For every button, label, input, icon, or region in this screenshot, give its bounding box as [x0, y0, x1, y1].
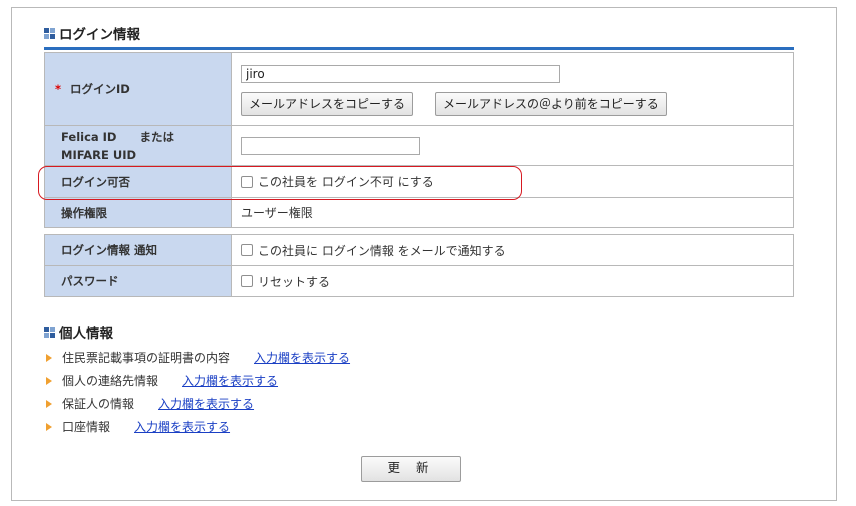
login-id-label: ログインID [70, 82, 130, 96]
felica-id-input[interactable] [241, 136, 420, 155]
show-fields-link[interactable]: 入力欄を表示する [158, 395, 254, 412]
login-disable-checkbox-label[interactable]: この社員を ログイン不可 にする [258, 175, 434, 189]
section-grid-icon [44, 27, 55, 39]
list-item-label: 個人の連絡先情報 [62, 374, 159, 388]
felica-row: Felica ID または MIFARE UID [44, 125, 794, 166]
felica-label-line1: Felica ID または [61, 129, 174, 144]
login-disable-checkbox[interactable] [241, 175, 253, 188]
notify-label: ログイン情報 通知 [44, 234, 232, 266]
personal-section-title: 個人情報 [59, 326, 113, 342]
felica-label-line2: MIFARE UID [61, 147, 137, 162]
bullet-arrow-icon [46, 422, 52, 431]
notify-email-checkbox-label[interactable]: この社員に ログイン情報 をメールで通知する [258, 244, 506, 258]
login-section-title: ログイン情報 [59, 27, 140, 43]
login-section-header: ログイン情報 [44, 23, 140, 43]
list-item-label: 住民票記載事項の証明書の内容 [62, 351, 231, 365]
list-item: 個人の連絡先情報 入力欄を表示する [44, 369, 350, 392]
personal-section-header: 個人情報 [44, 322, 113, 342]
notify-value-cell: この社員に ログイン情報 をメールで通知する [231, 234, 794, 266]
login-id-row: * ログインID メールアドレスをコピーする メールアドレスの＠より前をコピーする [44, 52, 794, 126]
show-fields-link[interactable]: 入力欄を表示する [254, 349, 350, 366]
password-value-cell: リセットする [231, 265, 794, 297]
notify-email-checkbox[interactable] [241, 244, 253, 256]
show-fields-link[interactable]: 入力欄を表示する [134, 418, 230, 435]
list-item: 保証人の情報 入力欄を表示する [44, 392, 350, 415]
update-button[interactable]: 更 新 [361, 456, 461, 482]
notify-row: ログイン情報 通知 この社員に ログイン情報 をメールで通知する [44, 234, 794, 266]
authority-label: 操作権限 [44, 197, 232, 228]
login-permission-row: ログイン可否 この社員を ログイン不可 にする [44, 165, 794, 198]
list-item: 住民票記載事項の証明書の内容 入力欄を表示する [44, 346, 350, 369]
authority-value: ユーザー権限 [231, 197, 794, 228]
login-id-label-cell: * ログインID [44, 52, 232, 126]
bullet-arrow-icon [46, 353, 52, 362]
personal-info-list: 住民票記載事項の証明書の内容 入力欄を表示する 個人の連絡先情報 入力欄を表示す… [44, 346, 350, 438]
bullet-arrow-icon [46, 376, 52, 385]
required-mark: * [55, 82, 62, 96]
authority-row: 操作権限 ユーザー権限 [44, 197, 794, 228]
password-row: パスワード リセットする [44, 265, 794, 297]
login-id-input[interactable] [241, 65, 560, 83]
section-divider [44, 47, 794, 50]
login-id-value-cell: メールアドレスをコピーする メールアドレスの＠より前をコピーする [231, 52, 794, 126]
show-fields-link[interactable]: 入力欄を表示する [182, 372, 278, 389]
login-permission-value-cell: この社員を ログイン不可 にする [231, 165, 794, 198]
reset-password-checkbox-label[interactable]: リセットする [258, 275, 330, 289]
copy-before-at-button[interactable]: メールアドレスの＠より前をコピーする [435, 92, 667, 116]
notification-table: ログイン情報 通知 この社員に ログイン情報 をメールで通知する パスワード リ… [44, 234, 794, 297]
copy-email-button[interactable]: メールアドレスをコピーする [241, 92, 414, 116]
list-item-label: 口座情報 [62, 420, 111, 434]
password-label: パスワード [44, 265, 232, 297]
reset-password-checkbox[interactable] [241, 275, 253, 287]
list-item: 口座情報 入力欄を表示する [44, 415, 350, 438]
login-permission-label: ログイン可否 [44, 165, 232, 198]
list-item-label: 保証人の情報 [62, 397, 135, 411]
felica-value-cell [231, 125, 794, 166]
login-info-table: * ログインID メールアドレスをコピーする メールアドレスの＠より前をコピーする… [44, 52, 794, 228]
bullet-arrow-icon [46, 399, 52, 408]
felica-label-cell: Felica ID または MIFARE UID [44, 125, 232, 166]
section-grid-icon [44, 326, 55, 338]
